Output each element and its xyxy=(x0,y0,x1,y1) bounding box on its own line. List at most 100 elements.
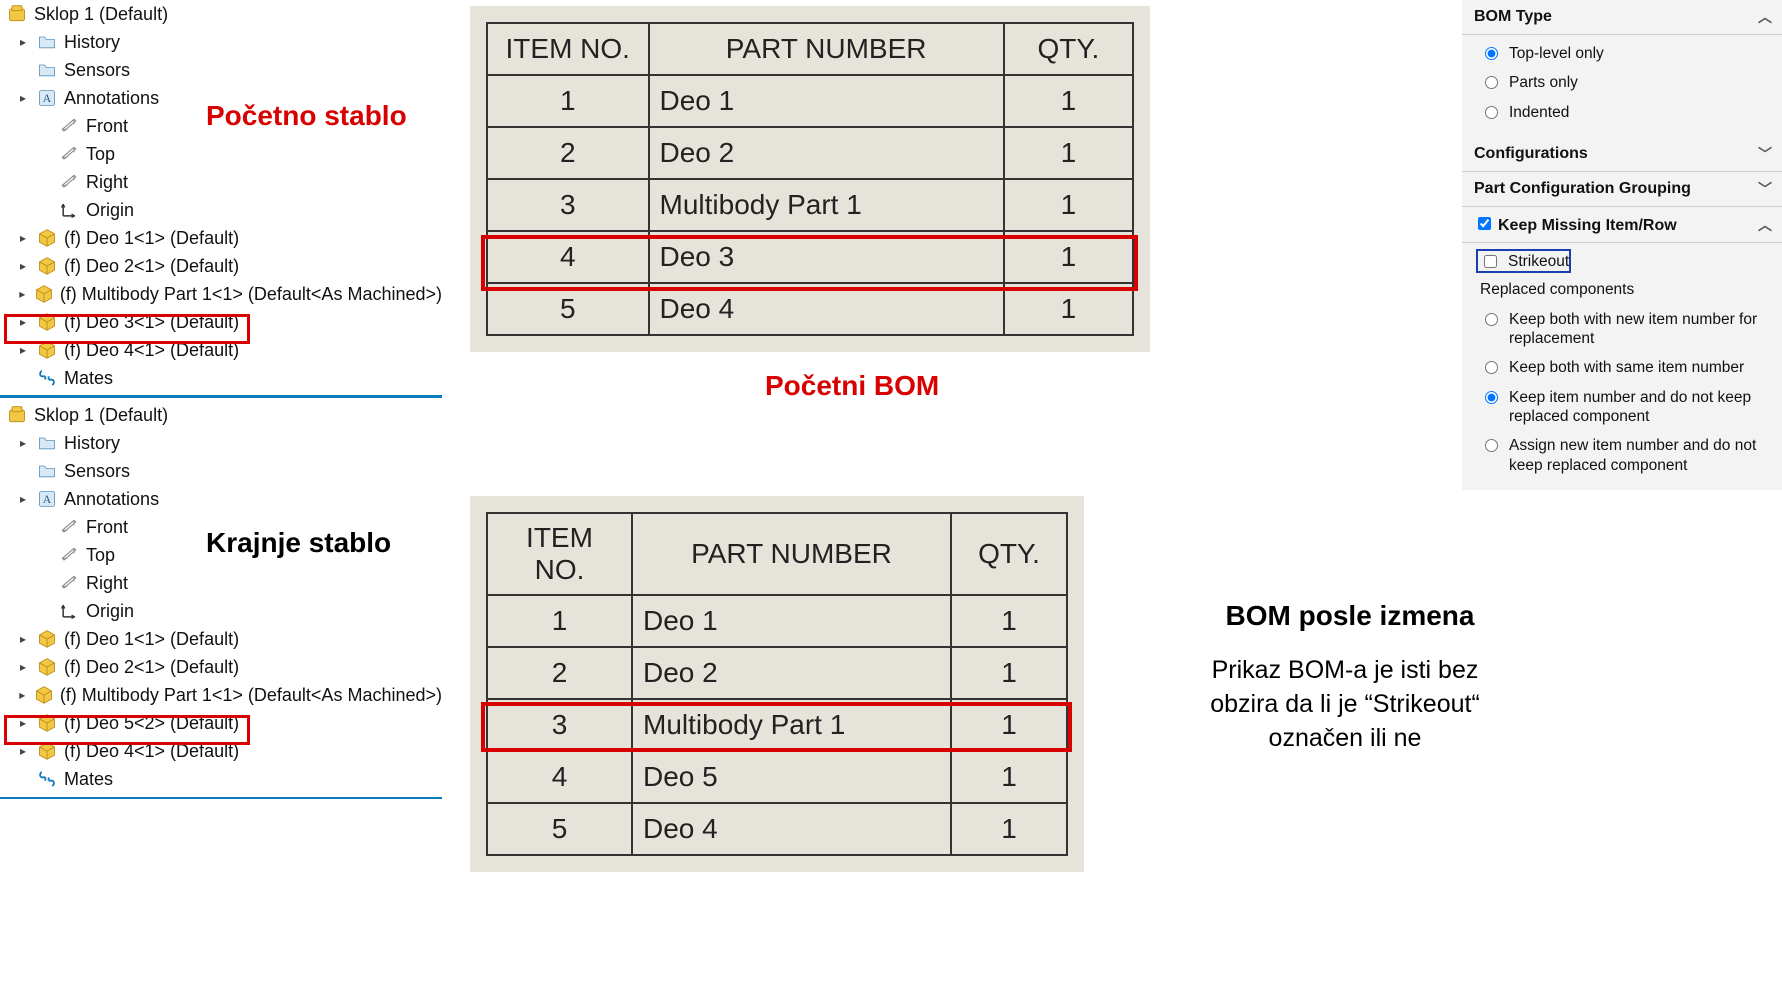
cell-item: 1 xyxy=(487,595,632,647)
tree-item[interactable]: Right xyxy=(0,168,442,196)
a-icon xyxy=(34,488,60,510)
tree-item-label: Top xyxy=(86,144,115,165)
cell-part: Deo 1 xyxy=(649,75,1004,127)
plane-icon xyxy=(56,544,82,566)
tree-root[interactable]: Sklop 1 (Default) xyxy=(0,401,442,429)
cell-part: Deo 2 xyxy=(632,647,951,699)
table-row[interactable]: 4Deo 51 xyxy=(487,751,1067,803)
table-row[interactable]: 3Multibody Part 11 xyxy=(487,699,1067,751)
radio-keep-both-new[interactable]: Keep both with new item number for repla… xyxy=(1480,305,1774,354)
tree-item-label: Origin xyxy=(86,601,134,622)
tree-item-label: (f) Multibody Part 1<1> (Default<As Mach… xyxy=(60,284,442,305)
expand-triangle-icon[interactable]: ▸ xyxy=(16,259,30,273)
tree-item[interactable]: Right xyxy=(0,569,442,597)
expand-triangle-icon[interactable]: ▸ xyxy=(16,660,30,674)
label: Parts only xyxy=(1509,73,1578,92)
tree-item[interactable]: ▸(f) Deo 2<1> (Default) xyxy=(0,252,442,280)
cell-part: Multibody Part 1 xyxy=(649,179,1004,231)
tree-item[interactable]: ▸(f) Deo 2<1> (Default) xyxy=(0,653,442,681)
label: Indented xyxy=(1509,103,1569,122)
tree-item[interactable]: Top xyxy=(0,140,442,168)
tree-item[interactable]: ▸ (f) Multibody Part 1<1> (Default<As Mac… xyxy=(0,280,442,308)
expand-triangle-icon[interactable]: ▸ xyxy=(16,688,29,702)
expand-triangle-icon[interactable]: ▸ xyxy=(16,231,30,245)
desc-line-1: Prikaz BOM-a je isti bez xyxy=(1212,656,1479,684)
expand-triangle-icon[interactable]: ▸ xyxy=(16,744,30,758)
annotation-bom-after-title: BOM posle izmena xyxy=(1195,600,1505,632)
plane-icon xyxy=(56,171,82,193)
radio-parts-only[interactable]: Parts only xyxy=(1480,68,1774,97)
expand-triangle-icon[interactable]: ▸ xyxy=(16,35,30,49)
expand-triangle-icon[interactable]: ▸ xyxy=(16,492,30,506)
radio-top-level[interactable]: Top-level only xyxy=(1480,39,1774,68)
radio-indented[interactable]: Indented xyxy=(1480,98,1774,127)
expand-triangle-icon[interactable]: ▸ xyxy=(16,91,30,105)
section-configurations[interactable]: Configurations ﹀ xyxy=(1462,137,1782,172)
annotation-bom-after-desc: Prikaz BOM-a je isti bez obzira da li je… xyxy=(1135,654,1555,755)
expand-triangle-icon[interactable]: ▸ xyxy=(16,632,30,646)
section-bom-type[interactable]: BOM Type ︿ xyxy=(1462,0,1782,35)
cell-item: 4 xyxy=(487,231,649,283)
tree-item-label: Annotations xyxy=(64,489,159,510)
tree-item[interactable]: Origin xyxy=(0,597,442,625)
label: Keep both with new item number for repla… xyxy=(1509,310,1774,349)
tree-item-label: Right xyxy=(86,573,128,594)
radio-keep-item-no-replaced[interactable]: Keep item number and do not keep replace… xyxy=(1480,383,1774,432)
part-icon xyxy=(33,283,56,305)
tree-item[interactable]: ▸(f) Multibody Part 1<1> (Default<As Mac… xyxy=(0,681,442,709)
tree-root-label: Sklop 1 (Default) xyxy=(34,405,168,426)
section-title: BOM Type xyxy=(1474,8,1552,26)
tree-item-label: (f) Deo 1<1> (Default) xyxy=(64,629,239,650)
cell-item: 4 xyxy=(487,751,632,803)
assembly-icon xyxy=(6,405,28,425)
radio-keep-both-same[interactable]: Keep both with same item number xyxy=(1480,353,1774,382)
expand-triangle-icon[interactable]: ▸ xyxy=(16,436,30,450)
cell-qty: 1 xyxy=(1004,75,1133,127)
plane-icon xyxy=(56,572,82,594)
radio-new-item-no-replaced[interactable]: Assign new item number and do not keep r… xyxy=(1480,431,1774,480)
tree-item-label: Sensors xyxy=(64,60,130,81)
section-part-config-grouping[interactable]: Part Configuration Grouping ﹀ xyxy=(1462,172,1782,207)
cell-item: 5 xyxy=(487,803,632,855)
col-part: PART NUMBER xyxy=(632,513,951,595)
origin-icon xyxy=(56,199,82,221)
feature-tree-initial: Sklop 1 (Default) ▸History Sensors ▸ Annota… xyxy=(0,0,442,398)
tree-item[interactable]: ▸(f) Deo 1<1> (Default) xyxy=(0,224,442,252)
tree-root[interactable]: Sklop 1 (Default) xyxy=(0,0,442,28)
table-row[interactable]: 2Deo 21 xyxy=(487,127,1133,179)
table-row[interactable]: 5Deo 41 xyxy=(487,803,1067,855)
table-row[interactable]: 1Deo 11 xyxy=(487,75,1133,127)
cell-item: 3 xyxy=(487,179,649,231)
cell-part: Deo 1 xyxy=(632,595,951,647)
tree-item[interactable]: ▸ Annotations xyxy=(0,485,442,513)
table-row[interactable]: 2Deo 21 xyxy=(487,647,1067,699)
section-keep-missing[interactable]: Keep Missing Item/Row ︿ xyxy=(1462,207,1782,243)
expand-triangle-icon[interactable]: ▸ xyxy=(16,287,29,301)
checkbox-keep-missing[interactable] xyxy=(1478,217,1491,230)
table-row[interactable]: 5Deo 41 xyxy=(487,283,1133,335)
section-title: Configurations xyxy=(1474,145,1588,163)
desc-line-2: obzira da li je “Strikeout“ xyxy=(1210,690,1480,718)
chevron-up-icon: ︿ xyxy=(1758,215,1772,235)
origin-icon xyxy=(56,600,82,622)
tree-item[interactable]: ▸History xyxy=(0,429,442,457)
table-row[interactable]: 1Deo 11 xyxy=(487,595,1067,647)
tree-item[interactable]: Mates xyxy=(0,364,442,392)
plane-icon xyxy=(56,143,82,165)
part-icon xyxy=(34,227,60,249)
expand-triangle-icon[interactable]: ▸ xyxy=(16,343,30,357)
tree-item[interactable]: Mates xyxy=(0,765,442,793)
mates-icon xyxy=(34,367,60,389)
bom-initial-table: ITEM NO. PART NUMBER QTY. 1Deo 112Deo 21… xyxy=(486,22,1134,336)
tree-item[interactable]: ▸History xyxy=(0,28,442,56)
tree-item[interactable]: ▸ (f) Deo 1<1> (Default) xyxy=(0,625,442,653)
chevron-down-icon: ﹀ xyxy=(1758,144,1772,164)
tree-item[interactable]: Sensors xyxy=(0,457,442,485)
tree-item[interactable]: Origin xyxy=(0,196,442,224)
tree-item[interactable]: Sensors xyxy=(0,56,442,84)
table-row[interactable]: 3Multibody Part 11 xyxy=(487,179,1133,231)
cell-qty: 1 xyxy=(951,803,1067,855)
cell-qty: 1 xyxy=(951,699,1067,751)
tree-item-label: Annotations xyxy=(64,88,159,109)
table-row[interactable]: 4Deo 31 xyxy=(487,231,1133,283)
